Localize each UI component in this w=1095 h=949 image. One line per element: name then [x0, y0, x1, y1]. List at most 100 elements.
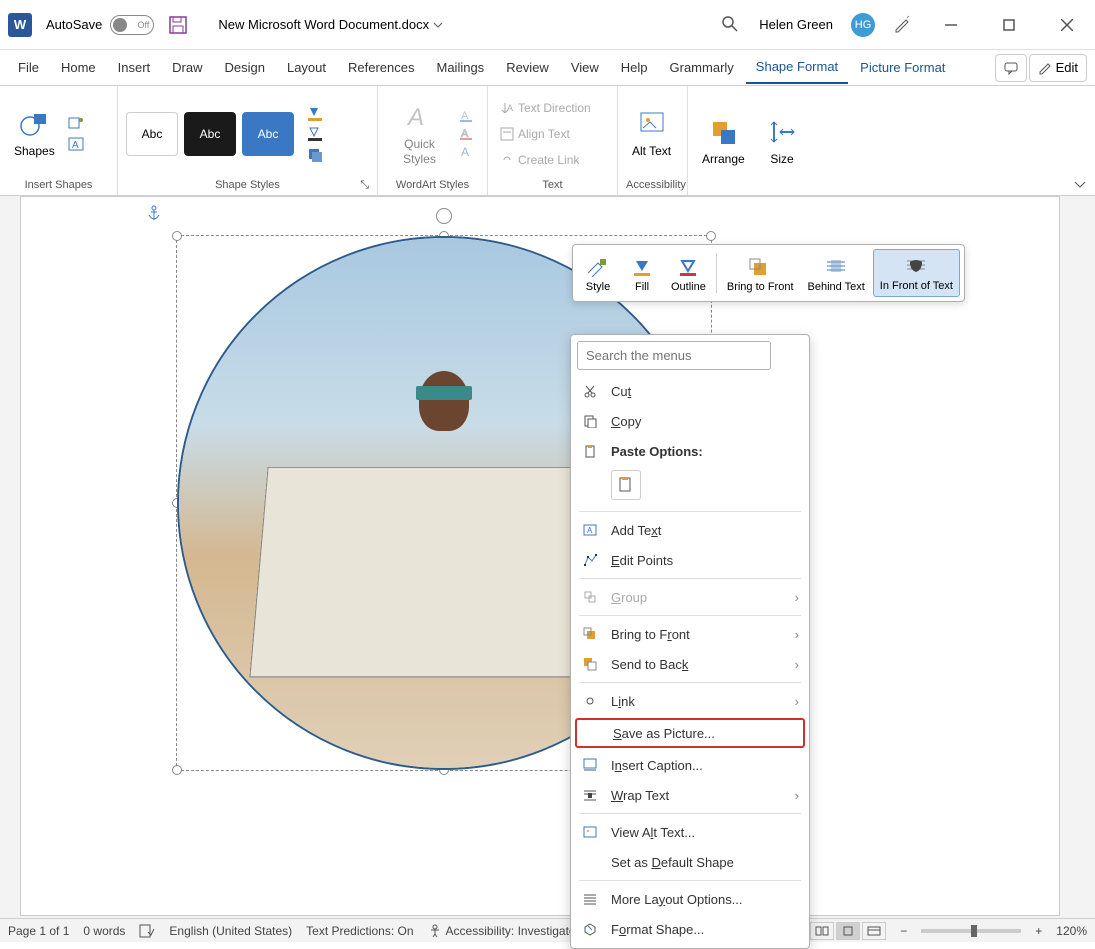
word-count[interactable]: 0 words — [83, 924, 125, 938]
ctx-link[interactable]: Link › — [571, 686, 809, 716]
ctx-copy[interactable]: Copy — [571, 406, 809, 436]
arrange-button[interactable]: Arrange — [696, 112, 751, 170]
mini-outline-button[interactable]: Outline — [665, 249, 712, 297]
mini-style-button[interactable]: Style — [577, 249, 619, 297]
tab-view[interactable]: View — [561, 52, 609, 84]
ctx-group[interactable]: Group › — [571, 582, 809, 612]
ctx-add-text[interactable]: A Add Text — [571, 515, 809, 545]
maximize-button[interactable] — [989, 5, 1029, 45]
tab-references[interactable]: References — [338, 52, 424, 84]
tab-home[interactable]: Home — [51, 52, 106, 84]
title-bar: W AutoSave Off New Microsoft Word Docume… — [0, 0, 1095, 50]
mini-bring-front-button[interactable]: Bring to Front — [721, 249, 800, 297]
quick-styles-label: Quick Styles — [392, 137, 447, 166]
mini-behind-text-button[interactable]: Behind Text — [802, 249, 871, 297]
ctx-bring-front[interactable]: Bring to Front › — [571, 619, 809, 649]
dialog-launcher-icon[interactable]: ⤡ — [360, 179, 369, 192]
text-predictions[interactable]: Text Predictions: On — [306, 924, 413, 938]
user-avatar[interactable]: HG — [851, 13, 875, 37]
document-title[interactable]: New Microsoft Word Document.docx — [218, 17, 443, 32]
view-read-mode[interactable] — [810, 922, 834, 940]
size-button[interactable]: Size — [760, 112, 804, 170]
tab-file[interactable]: File — [8, 52, 49, 84]
ctx-edit-points[interactable]: Edit Points — [571, 545, 809, 575]
tab-insert[interactable]: Insert — [108, 52, 161, 84]
svg-text:A: A — [72, 140, 79, 151]
ctx-send-back[interactable]: Send to Back › — [571, 649, 809, 679]
shapes-button[interactable]: Shapes — [8, 104, 61, 162]
shape-style-2[interactable]: Abc — [184, 112, 236, 156]
size-label: Size — [770, 152, 793, 166]
tab-picture-format[interactable]: Picture Format — [850, 52, 955, 84]
shape-outline-icon[interactable] — [306, 126, 330, 142]
arrange-label: Arrange — [702, 152, 745, 166]
search-button[interactable] — [721, 15, 741, 35]
status-bar: Page 1 of 1 0 words English (United Stat… — [0, 918, 1095, 942]
tab-help[interactable]: Help — [611, 52, 658, 84]
tab-design[interactable]: Design — [215, 52, 275, 84]
ctx-paste-options: Paste Options: — [571, 436, 809, 466]
view-print-layout[interactable] — [836, 922, 860, 940]
ctx-insert-caption[interactable]: Insert Caption... — [571, 750, 809, 780]
zoom-level[interactable]: 120% — [1056, 924, 1087, 938]
accessibility-group-label: Accessibility — [626, 177, 679, 193]
svg-text:A: A — [461, 145, 469, 159]
comments-button[interactable] — [995, 54, 1027, 82]
ctx-wrap-text[interactable]: Wrap Text › — [571, 780, 809, 810]
paste-option-button[interactable] — [611, 470, 641, 500]
pen-icon[interactable] — [893, 15, 913, 35]
language-indicator[interactable]: English (United States) — [169, 924, 292, 938]
spellcheck-icon[interactable] — [139, 924, 155, 938]
edit-label: Edit — [1056, 60, 1078, 75]
mini-behind-text-label: Behind Text — [808, 281, 865, 293]
save-icon[interactable] — [168, 15, 188, 35]
rotation-handle[interactable] — [436, 208, 452, 224]
accessibility-status[interactable]: Accessibility: Investigate — [428, 924, 576, 938]
text-outline-icon[interactable]: A — [459, 127, 479, 141]
shape-fill-icon[interactable] — [306, 106, 330, 122]
tab-mailings[interactable]: Mailings — [427, 52, 495, 84]
minimize-button[interactable] — [931, 5, 971, 45]
search-menus-input[interactable] — [577, 341, 771, 370]
ctx-cut[interactable]: Cut — [571, 376, 809, 406]
svg-text:A: A — [587, 526, 593, 535]
ctx-save-as-picture[interactable]: Save as Picture... — [575, 718, 805, 748]
mini-fill-button[interactable]: Fill — [621, 249, 663, 297]
align-text-button[interactable]: Align Text — [496, 125, 595, 143]
zoom-out[interactable]: − — [900, 924, 907, 938]
create-link-button[interactable]: Create Link — [496, 151, 595, 169]
tab-shape-format[interactable]: Shape Format — [746, 52, 848, 84]
ctx-view-alt-text[interactable]: View Alt Text... — [571, 817, 809, 847]
tab-grammarly[interactable]: Grammarly — [660, 52, 744, 84]
page-indicator[interactable]: Page 1 of 1 — [8, 924, 69, 938]
ribbon-collapse-icon[interactable] — [1073, 177, 1087, 191]
menu-tabs: File Home Insert Draw Design Layout Refe… — [0, 50, 1095, 86]
tab-layout[interactable]: Layout — [277, 52, 336, 84]
close-button[interactable] — [1047, 5, 1087, 45]
zoom-in[interactable]: + — [1035, 924, 1042, 938]
alt-text-button[interactable]: Alt Text — [626, 104, 677, 162]
autosave-toggle[interactable]: Off — [110, 15, 154, 35]
anchor-icon[interactable] — [147, 205, 161, 223]
tab-review[interactable]: Review — [496, 52, 559, 84]
text-effects-icon[interactable]: A — [459, 145, 479, 159]
zoom-slider[interactable] — [921, 929, 1021, 933]
context-menu: Cut Copy Paste Options: A Add Text Edit … — [570, 334, 810, 949]
page[interactable] — [20, 196, 1060, 916]
text-box-icon[interactable]: A — [67, 136, 87, 152]
text-fill-icon[interactable]: A — [459, 109, 479, 123]
link-icon — [581, 692, 599, 710]
ctx-set-default-shape[interactable]: Set as Default Shape — [571, 847, 809, 877]
view-web-layout[interactable] — [862, 922, 886, 940]
shape-style-3[interactable]: Abc — [242, 112, 294, 156]
ctx-more-layout[interactable]: More Layout Options... — [571, 884, 809, 914]
edit-shape-icon[interactable] — [67, 116, 87, 132]
editing-button[interactable]: Edit — [1029, 54, 1087, 82]
text-direction-button[interactable]: AText Direction — [496, 99, 595, 117]
shape-effects-icon[interactable] — [306, 146, 330, 162]
tab-draw[interactable]: Draw — [162, 52, 212, 84]
ctx-format-shape[interactable]: Format Shape... — [571, 914, 809, 944]
shape-style-1[interactable]: Abc — [126, 112, 178, 156]
mini-in-front-button[interactable]: In Front of Text — [873, 249, 960, 297]
quick-styles-button[interactable]: A Quick Styles — [386, 97, 453, 170]
